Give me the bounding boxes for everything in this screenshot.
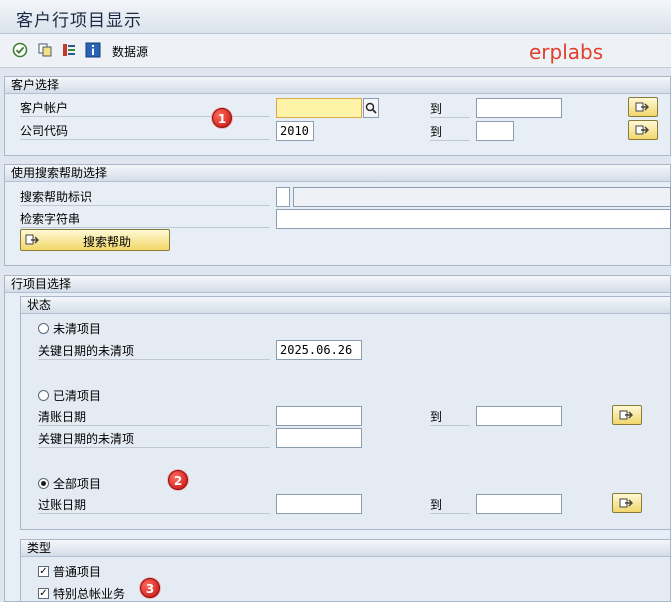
search-help-id-input[interactable] [276,187,290,207]
list-layout-icon[interactable] [60,41,78,59]
to-label: 到 [430,497,470,514]
multiple-selection-button[interactable] [628,97,658,117]
open-key-date-label: 关键日期的未清项 [38,343,270,360]
customer-account-label: 客户帐户 [20,100,270,117]
type-group-title: 类型 [21,540,670,557]
company-code-to-input[interactable] [476,121,514,141]
group-title: 使用搜索帮助选择 [5,165,670,182]
search-help-description-field [293,187,671,207]
open-items-label: 未清项目 [53,322,102,336]
customer-account-to-input[interactable] [476,98,562,118]
cleared-items-label: 已清项目 [53,389,102,403]
group-title: 客户选择 [5,77,670,94]
cleared-key-date-input[interactable] [276,428,362,448]
status-group-title: 状态 [21,297,670,314]
page-title: 客户行项目显示 [16,11,142,31]
customer-account-from-input[interactable] [276,98,362,118]
info-icon[interactable] [84,41,102,59]
multiple-selection-button[interactable] [612,405,642,425]
all-items-radio[interactable] [38,478,49,489]
posting-date-from-input[interactable] [276,494,362,514]
clearing-date-to-input[interactable] [476,406,562,426]
all-items-label: 全部项目 [53,477,102,491]
annotation-marker-3: 3 [140,578,160,598]
company-code-label: 公司代码 [20,123,270,140]
company-code-from-input[interactable]: 2010 [276,121,314,141]
posting-date-label: 过账日期 [38,497,270,514]
annotation-marker-2: 2 [168,470,188,490]
to-label: 到 [430,409,470,426]
special-gl-checkbox[interactable]: ✓ [38,588,49,599]
data-source-button[interactable]: 数据源 [112,43,148,60]
to-label: 到 [430,124,470,141]
search-help-button[interactable]: 搜索帮助 [20,229,170,251]
clearing-date-label: 清账日期 [38,409,270,426]
search-string-input[interactable] [276,209,671,229]
open-key-date-input[interactable]: 2025.06.26 [276,340,362,360]
group-title: 行项目选择 [5,276,670,293]
open-items-radio[interactable] [38,323,49,334]
cleared-items-radio[interactable] [38,390,49,401]
multiple-selection-button[interactable] [628,120,658,140]
special-gl-label: 特别总帐业务 [53,587,126,601]
clearing-date-from-input[interactable] [276,406,362,426]
search-help-button-icon [25,233,41,250]
copy-variant-icon[interactable] [36,41,54,59]
brand-watermark: erplabs [529,40,604,64]
execute-icon[interactable] [11,41,29,59]
search-help-button-label: 搜索帮助 [83,235,132,249]
normal-items-label: 普通项目 [53,565,102,579]
search-help-icon[interactable] [363,98,379,118]
to-label: 到 [430,101,470,118]
search-help-id-label: 搜索帮助标识 [20,189,270,206]
cleared-key-date-label: 关键日期的未清项 [38,431,270,448]
multiple-selection-button[interactable] [612,493,642,513]
posting-date-to-input[interactable] [476,494,562,514]
search-string-label: 检索字符串 [20,211,270,228]
normal-items-checkbox[interactable]: ✓ [38,566,49,577]
